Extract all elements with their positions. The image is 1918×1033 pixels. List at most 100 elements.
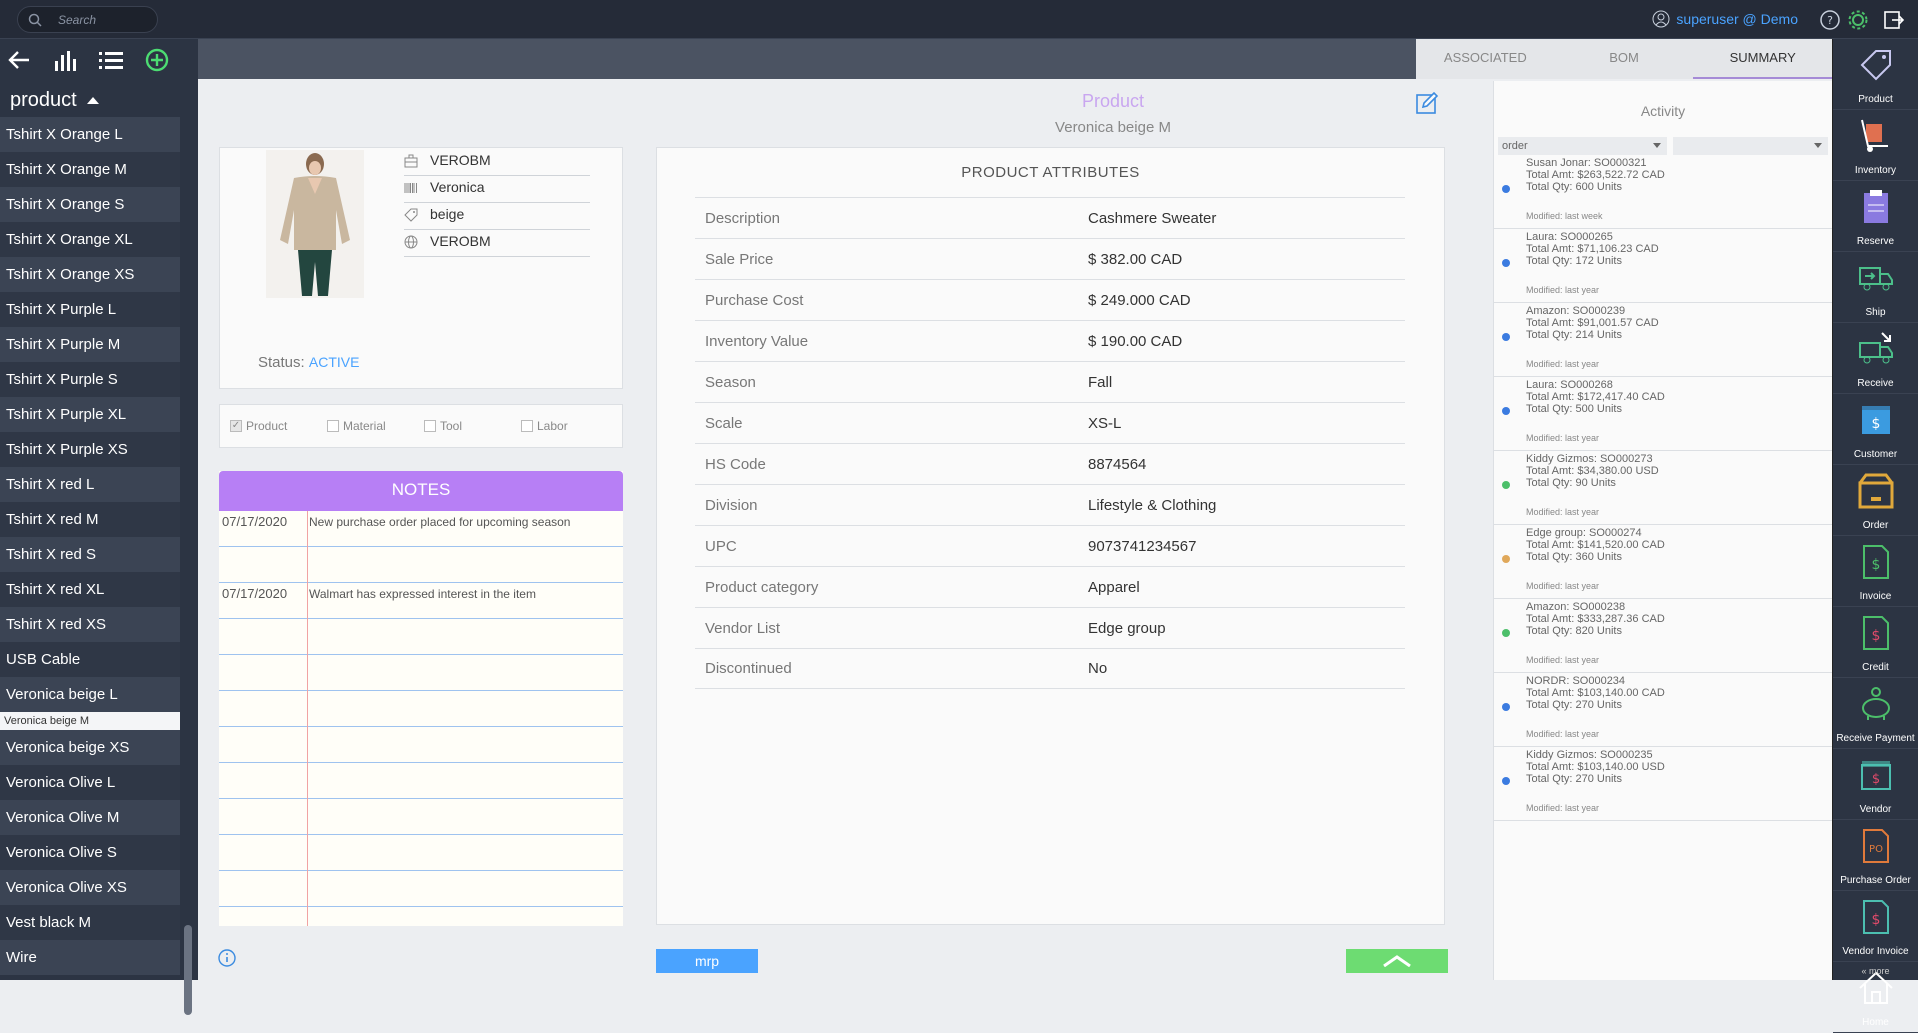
user-label: superuser @ Demo (1676, 11, 1798, 27)
barcode-field[interactable]: Veronica (404, 177, 590, 203)
more-link[interactable]: « more (1833, 966, 1918, 976)
note-row[interactable]: 07/17/2020 New purchase order placed for … (219, 511, 623, 547)
bar-chart-icon[interactable] (50, 45, 80, 75)
search-icon (28, 13, 42, 27)
list-item[interactable]: Tshirt X Purple S (0, 362, 180, 397)
add-circle-icon[interactable] (142, 45, 172, 75)
list-item[interactable]: Vest black M (0, 905, 180, 940)
module-customer[interactable]: $ Customer (1833, 400, 1918, 465)
list-item[interactable]: Veronica beige M (0, 712, 180, 730)
activity-item[interactable]: Susan Jonar: SO000321 Total Amt: $263,522… (1494, 155, 1832, 229)
checkbox-product[interactable]: ✓ Product (230, 419, 327, 433)
list-item[interactable]: Tshirt X red XS (0, 607, 180, 642)
activity-line: Total Amt: $172,417.40 CAD (1526, 391, 1665, 403)
list-item[interactable]: Tshirt X red XL (0, 572, 180, 607)
list-item[interactable]: Tshirt X Purple XL (0, 397, 180, 432)
activity-modified: Modified: last year (1526, 803, 1600, 813)
note-row[interactable] (219, 763, 623, 799)
note-row[interactable] (219, 547, 623, 583)
list-item[interactable]: Tshirt X Orange XL (0, 222, 180, 257)
activity-item[interactable]: NORDR: SO000234 Total Amt: $103,140.00 CA… (1494, 673, 1832, 747)
list-item[interactable]: Tshirt X Orange L (0, 117, 180, 152)
list-item[interactable]: Veronica beige L (0, 677, 180, 712)
checkbox-tool[interactable]: Tool (424, 419, 521, 433)
activity-item[interactable]: Edge group: SO000274 Total Amt: $141,520.… (1494, 525, 1832, 599)
activity-item[interactable]: Laura: SO000268 Total Amt: $172,417.40 CA… (1494, 377, 1832, 451)
note-row[interactable] (219, 655, 623, 691)
note-row[interactable] (219, 835, 623, 871)
edit-icon[interactable] (1415, 91, 1439, 115)
note-row[interactable] (219, 799, 623, 835)
activity-item[interactable]: Amazon: SO000239 Total Amt: $91,001.57 CA… (1494, 303, 1832, 377)
order-box-icon (1856, 471, 1896, 511)
caret-up-icon (86, 97, 99, 104)
list-item[interactable]: Veronica Olive M (0, 800, 180, 835)
module-purchase-order[interactable]: PO Purchase Order (1833, 826, 1918, 891)
module-order[interactable]: Order (1833, 471, 1918, 536)
note-row[interactable] (219, 619, 623, 655)
logout-icon[interactable] (1883, 9, 1905, 31)
tag-field[interactable]: beige (404, 204, 590, 230)
list-item[interactable]: Tshirt X Orange S (0, 187, 180, 222)
settings-gear-icon[interactable] (1847, 9, 1869, 31)
activity-item[interactable]: Amazon: SO000238 Total Amt: $333,287.36 C… (1494, 599, 1832, 673)
activity-item[interactable]: Kiddy Gizmos: SO000235 Total Amt: $103,14… (1494, 747, 1832, 821)
list-item[interactable]: Tshirt X red S (0, 537, 180, 572)
attributes-title: PRODUCT ATTRIBUTES (961, 164, 1140, 181)
list-item[interactable]: Veronica Olive XS (0, 870, 180, 905)
module-ship[interactable]: Ship (1833, 258, 1918, 323)
user-menu[interactable]: superuser @ Demo (1652, 10, 1798, 28)
list-item[interactable]: Veronica Olive L (0, 765, 180, 800)
activity-item[interactable]: Laura: SO000265 Total Amt: $71,106.23 CAD… (1494, 229, 1832, 303)
back-arrow-icon[interactable] (4, 45, 34, 75)
list-item[interactable]: Tshirt X red L (0, 467, 180, 502)
activity-type-select[interactable]: order (1498, 137, 1668, 155)
checkbox-labor[interactable]: Labor (521, 419, 618, 433)
module-inventory[interactable]: Inventory (1833, 116, 1918, 181)
note-row[interactable]: 07/17/2020 Walmart has expressed interest… (219, 583, 623, 619)
note-row[interactable] (219, 727, 623, 763)
note-row[interactable] (219, 907, 623, 926)
note-row[interactable] (219, 691, 623, 727)
attributes-table: Description Cashmere Sweater Sale Price $ 3… (695, 197, 1405, 689)
list-item[interactable]: Tshirt X Orange M (0, 152, 180, 187)
note-row[interactable] (219, 871, 623, 907)
list-item[interactable]: Tshirt X red M (0, 502, 180, 537)
list-icon[interactable] (96, 45, 126, 75)
scroll-up-button[interactable] (1346, 949, 1448, 973)
activity-item[interactable]: Kiddy Gizmos: SO000273 Total Amt: $34,380… (1494, 451, 1832, 525)
search-input[interactable]: Search (17, 6, 158, 33)
sidebar-scrollbar[interactable] (184, 925, 192, 1015)
list-item[interactable]: Tshirt X Purple L (0, 292, 180, 327)
web-code-field[interactable]: VEROBM (404, 231, 590, 257)
module-product[interactable]: Product (1833, 45, 1918, 110)
sku-field[interactable]: VEROBM (404, 150, 590, 176)
checkbox-material[interactable]: Material (327, 419, 424, 433)
tab-bom[interactable]: BOM (1555, 39, 1694, 79)
list-item[interactable]: Tshirt X Purple XS (0, 432, 180, 467)
module-receive-payment[interactable]: Receive Payment (1833, 684, 1918, 749)
attribute-label: Product category (705, 578, 819, 596)
help-icon[interactable]: ? (1819, 9, 1841, 31)
list-item[interactable]: Veronica beige XS (0, 730, 180, 765)
activity-list: Susan Jonar: SO000321 Total Amt: $263,522… (1494, 155, 1832, 821)
list-item[interactable]: Wire (0, 940, 180, 975)
module-vendor-invoice[interactable]: $ Vendor Invoice (1833, 897, 1918, 962)
module-receive[interactable]: Receive (1833, 329, 1918, 394)
module-invoice[interactable]: $ Invoice (1833, 542, 1918, 607)
activity-secondary-select[interactable] (1673, 137, 1828, 155)
module-vendor[interactable]: $ Vendor (1833, 755, 1918, 820)
list-item[interactable]: Tshirt X Purple M (0, 327, 180, 362)
section-header[interactable]: product (0, 81, 198, 119)
tab-associated[interactable]: ASSOCIATED (1416, 39, 1555, 79)
tab-summary[interactable]: SUMMARY (1693, 39, 1833, 79)
module-credit[interactable]: $ Credit (1833, 613, 1918, 678)
info-icon[interactable] (218, 949, 236, 967)
module-home[interactable]: Home (1833, 968, 1918, 1033)
module-reserve[interactable]: Reserve (1833, 187, 1918, 252)
mrp-button[interactable]: mrp (656, 949, 758, 973)
attribute-value: Apparel (1088, 578, 1140, 596)
list-item[interactable]: Tshirt X Orange XS (0, 257, 180, 292)
list-item[interactable]: Veronica Olive S (0, 835, 180, 870)
list-item[interactable]: USB Cable (0, 642, 180, 677)
